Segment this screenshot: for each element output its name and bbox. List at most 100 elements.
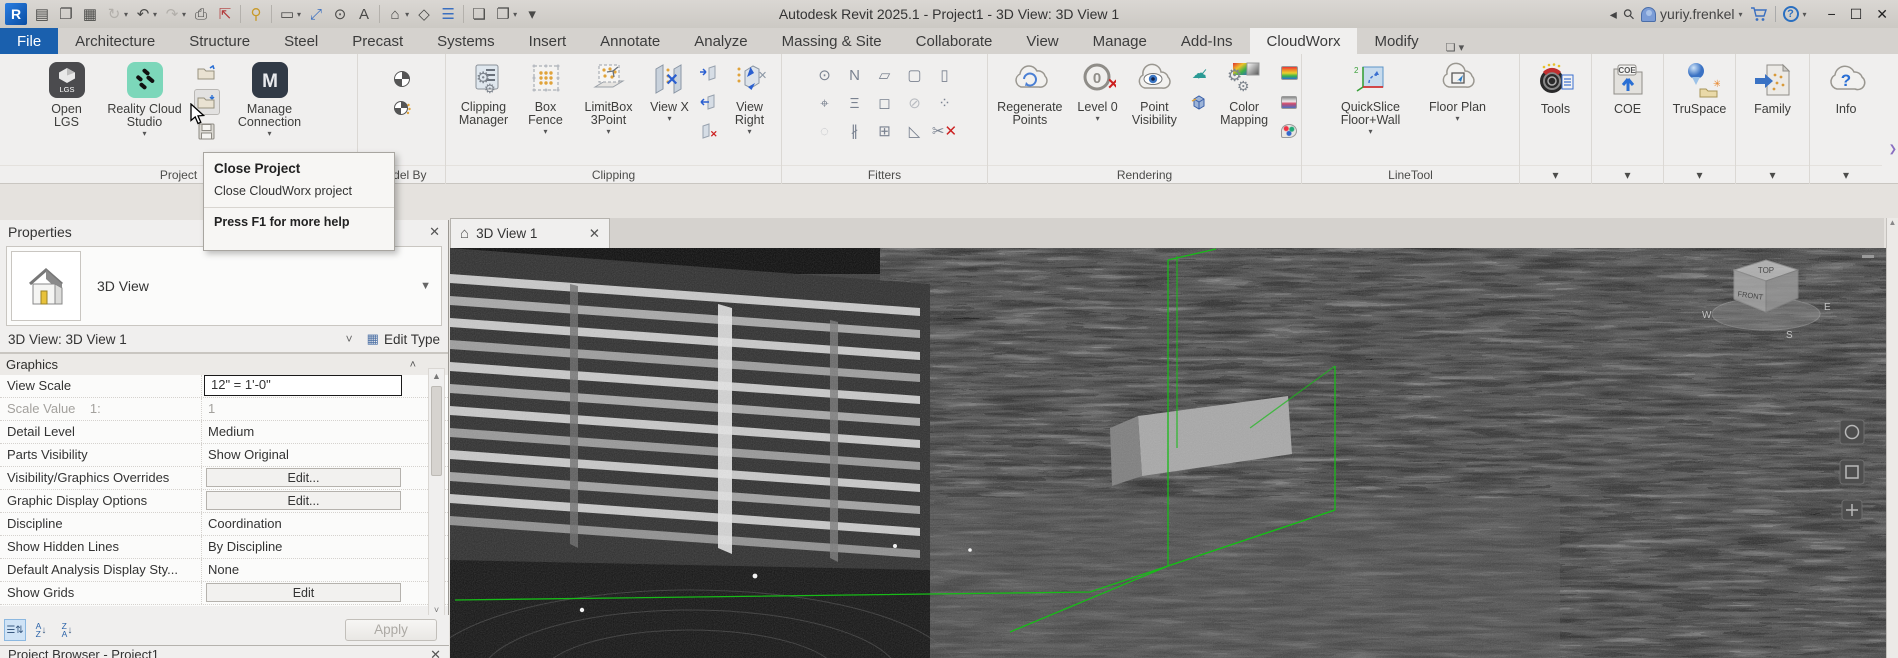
regenerate-points-button[interactable]: Regenerate Points <box>988 59 1072 137</box>
find-fitting-icon[interactable]: ⌖ <box>810 89 840 117</box>
chevron-down-icon[interactable]: ▾ <box>1455 112 1459 125</box>
close-button[interactable]: ✕ <box>1876 6 1888 23</box>
section-icon[interactable]: ◇ <box>412 2 436 26</box>
slice-forward-icon[interactable] <box>696 61 720 85</box>
beam-pair-icon[interactable]: ∦ <box>840 117 870 145</box>
quickslice-button[interactable]: 2 QuickSlice Floor+Wall ▾ <box>1325 59 1417 137</box>
sort-default-icon[interactable]: ☰⇅ <box>4 619 26 641</box>
tools-button[interactable]: Tools <box>1524 59 1588 126</box>
point-grid-icon[interactable]: ⁘ <box>930 89 960 117</box>
text-icon[interactable]: A <box>352 2 376 26</box>
slice-back-icon[interactable] <box>696 90 720 114</box>
visibility-list-icon[interactable]: ☰ <box>436 2 460 26</box>
column-icon[interactable]: ▯ <box>930 61 960 89</box>
tag-icon[interactable]: ⊙ <box>328 2 352 26</box>
axon-box-icon[interactable] <box>1187 90 1211 114</box>
chevron-down-icon[interactable]: ▾ <box>267 127 271 140</box>
panel-label-rendering[interactable]: Rendering <box>988 165 1301 184</box>
target-sphere-points-icon[interactable] <box>390 96 414 120</box>
scroll-up-icon[interactable]: ▲ <box>429 369 444 383</box>
panel-label-coe[interactable]: ▾ <box>1592 165 1663 184</box>
search-icon[interactable]: ⚲ <box>1619 4 1638 23</box>
panel-label-fitters[interactable]: Fitters <box>782 165 987 184</box>
sort-descending-icon[interactable]: ZA↓ <box>56 619 78 641</box>
minimize-button[interactable]: − <box>1828 6 1836 23</box>
view-tab-3d-view-1[interactable]: ⌂ 3D View 1 ✕ <box>450 218 610 248</box>
target-sphere-icon[interactable] <box>390 67 414 91</box>
window-icon[interactable]: ⊞ <box>870 117 900 145</box>
ramp-icon[interactable]: ◺ <box>900 117 930 145</box>
tab-view[interactable]: View <box>1009 28 1075 54</box>
remove-fitting-icon[interactable]: ✂✕ <box>930 117 960 145</box>
box-icon[interactable]: ▢ <box>900 61 930 89</box>
group-header-graphics[interactable]: Graphics ˄ <box>0 354 448 375</box>
level-0-button[interactable]: 0 ✕ Level 0 ▾ <box>1074 59 1122 124</box>
chevron-down-icon[interactable]: ▾ <box>1368 125 1372 138</box>
property-value[interactable]: By Discipline <box>202 536 448 558</box>
reality-cloud-studio-button[interactable]: Reality Cloud Studio ▾ <box>97 59 193 139</box>
tab-systems[interactable]: Systems <box>420 28 512 54</box>
save-icon[interactable]: ▦ <box>78 2 102 26</box>
gradient-image-icon[interactable] <box>1277 90 1301 114</box>
tile-windows-icon[interactable]: ❐▾ <box>491 2 520 26</box>
tab-file[interactable]: File <box>0 28 58 54</box>
truspace-button[interactable]: ✳ TruSpace <box>1667 59 1733 126</box>
maximize-button[interactable]: ☐ <box>1850 6 1863 23</box>
steel-beam-icon[interactable]: Ξ <box>840 89 870 117</box>
file-menu-icon[interactable]: ▤ <box>30 2 54 26</box>
collapse-search-icon[interactable]: ◂ <box>1610 6 1617 23</box>
thin-lines-pin-icon[interactable]: ⚲ <box>244 2 268 26</box>
tab-annotate[interactable]: Annotate <box>583 28 677 54</box>
switch-windows-icon[interactable]: ❏ <box>467 2 491 26</box>
view-tab-close-icon[interactable]: ✕ <box>589 226 600 242</box>
point-visibility-button[interactable]: Point Visibility <box>1123 59 1185 137</box>
pipe-disabled-icon[interactable]: ⊘ <box>900 89 930 117</box>
edit-button[interactable]: Edit... <box>206 491 401 510</box>
palette-icon[interactable] <box>1277 119 1301 143</box>
tab-massing-site[interactable]: Massing & Site <box>765 28 899 54</box>
measure-icon[interactable]: ▭▾ <box>275 2 304 26</box>
open-cloudworx-project-icon[interactable] <box>195 61 219 85</box>
edit-type-button[interactable]: ▦ Edit Type <box>367 331 440 347</box>
floor-plan-button[interactable]: Floor Plan ▾ <box>1419 59 1497 124</box>
panel-label-clipping[interactable]: Clipping <box>446 165 781 184</box>
ribbon-overflow-icon[interactable]: ❯ <box>1889 144 1897 155</box>
box-fence-button[interactable]: Box Fence ▾ <box>520 59 572 137</box>
aligned-dimension-icon[interactable]: ⤢ <box>304 2 328 26</box>
property-value[interactable]: None <box>202 559 448 581</box>
property-value[interactable]: Coordination <box>202 513 448 535</box>
circle-disabled-icon[interactable]: ◌ <box>810 117 840 145</box>
chevron-down-icon[interactable]: ▾ <box>747 125 751 138</box>
chevron-down-icon[interactable]: ▾ <box>1096 112 1100 125</box>
property-value[interactable]: Show Original <box>202 444 448 466</box>
redo-icon[interactable]: ↷▾ <box>160 2 189 26</box>
collapse-icon[interactable]: ˄ <box>410 359 416 371</box>
clipping-manager-button[interactable]: ⚙⚙ Clipping Manager <box>450 59 518 137</box>
store-cart-icon[interactable] <box>1750 7 1768 22</box>
open-lgs-button[interactable]: LGS Open LGS <box>39 59 95 139</box>
chevron-down-icon[interactable]: ▾ <box>606 125 610 138</box>
property-value[interactable]: Medium <box>202 421 448 443</box>
property-value[interactable]: Edit... <box>202 467 448 489</box>
property-value[interactable]: Edit... <box>202 490 448 512</box>
plane-icon[interactable]: ▱ <box>870 61 900 89</box>
view-right-button[interactable]: ✕ View Right ▾ <box>722 59 778 137</box>
tab-steel[interactable]: Steel <box>267 28 335 54</box>
tab-manage[interactable]: Manage <box>1076 28 1164 54</box>
sort-ascending-icon[interactable]: AZ↓ <box>30 619 52 641</box>
view-scrollbar[interactable]: ▲ <box>1886 218 1898 658</box>
project-browser-close-icon[interactable]: ✕ <box>430 647 441 657</box>
project-browser-bar[interactable]: Project Browser - Project1 ✕ <box>0 645 449 658</box>
family-button[interactable]: Family <box>1741 59 1805 126</box>
polyline-icon[interactable]: N <box>840 61 870 89</box>
view-scale-input[interactable]: 12" = 1'-0" <box>204 375 402 396</box>
export-icon[interactable]: ⇱ <box>213 2 237 26</box>
tab-analyze[interactable]: Analyze <box>677 28 764 54</box>
tab-add-ins[interactable]: Add-Ins <box>1164 28 1250 54</box>
view-x-button[interactable]: ✕ View X ▾ <box>646 59 694 124</box>
viewport-canvas[interactable]: TOP FRONT W E S <box>450 248 1886 658</box>
help-icon[interactable]: ? ▾ <box>1783 6 1807 22</box>
chevron-down-icon[interactable]: ▾ <box>543 125 547 138</box>
panel-label-info[interactable]: ▾ <box>1810 165 1882 184</box>
cloud-rain-icon[interactable]: ☁̷ <box>1187 61 1211 85</box>
